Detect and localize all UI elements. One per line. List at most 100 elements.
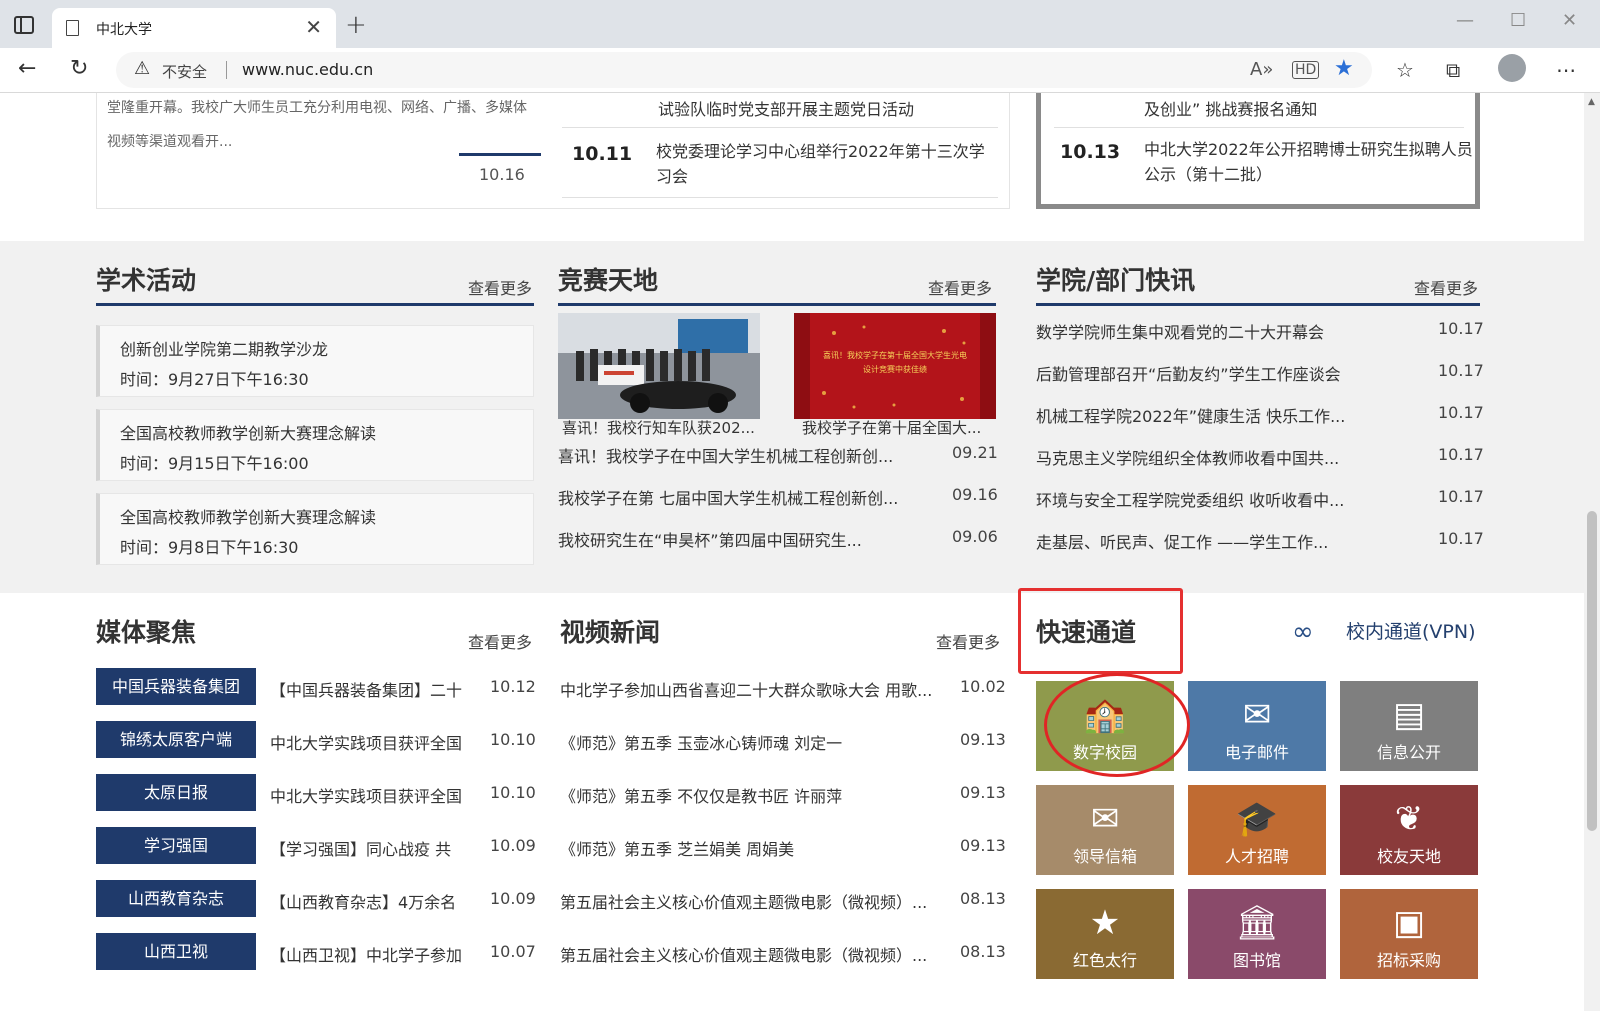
tile-recruitment[interactable]: 🎓 人才招聘 bbox=[1188, 785, 1326, 875]
tile-leader-mailbox[interactable]: ✉ 领导信箱 bbox=[1036, 785, 1174, 875]
grey-section: 学术活动 查看更多 创新创业学院第二期教学沙龙 时间：9月27日下午16:30 … bbox=[0, 241, 1584, 593]
video-item[interactable]: 《师范》第五季 不仅仅是教书匠 许丽萍 bbox=[560, 783, 842, 807]
dept-news-item[interactable]: 环境与安全工程学院党委组织 收听收看中... bbox=[1036, 487, 1344, 511]
academic-more-link[interactable]: 查看更多 bbox=[468, 275, 532, 299]
video-item-date: 09.13 bbox=[960, 783, 1006, 802]
tile-alumni[interactable]: ❦ 校友天地 bbox=[1340, 785, 1478, 875]
tile-procurement[interactable]: ▣ 招标采购 bbox=[1340, 889, 1478, 979]
news-date: 10.11 bbox=[572, 143, 633, 165]
browser-tab[interactable]: 中北大学 ✕ bbox=[52, 8, 336, 48]
bidding-board-icon: ▣ bbox=[1392, 903, 1426, 943]
video-item[interactable]: 中北学子参加山西省喜迎二十大群众歌咏大会 用歌... bbox=[560, 677, 932, 701]
media-item-title[interactable]: 中北大学实践项目获评全国 bbox=[270, 783, 462, 807]
back-icon[interactable]: ← bbox=[18, 56, 36, 81]
video-title: 视频新闻 bbox=[560, 618, 661, 647]
favorites-icon[interactable]: ☆ bbox=[1396, 58, 1414, 82]
competition-item[interactable]: 我校学子在第 七届中国大学生机械工程创新创... bbox=[558, 485, 898, 509]
vpn-link-icon[interactable]: ∞ bbox=[1292, 617, 1314, 647]
headline-intro[interactable]: 堂隆重开幕。我校广大师生员工充分利用电视、网络、广播、多媒体视频等渠道观看开..… bbox=[107, 93, 537, 159]
academic-title: 学术活动 bbox=[96, 266, 197, 295]
digital-campus-highlight-circle bbox=[1044, 673, 1190, 777]
news-title[interactable]: 校党委理论学习中心组举行2022年第十三次学习会 bbox=[656, 139, 996, 189]
row-divider bbox=[562, 127, 998, 128]
media-source-tag[interactable]: 太原日报 bbox=[96, 774, 256, 811]
media-source-tag[interactable]: 中国兵器装备集团 bbox=[96, 668, 256, 705]
academic-item[interactable]: 全国高校教师教学创新大赛理念解读 时间：9月8日下午16:30 bbox=[96, 493, 534, 565]
academic-item-name[interactable]: 创新创业学院第二期教学沙龙 bbox=[120, 336, 328, 360]
maximize-icon[interactable]: ☐ bbox=[1510, 10, 1526, 31]
hd-icon[interactable]: HD bbox=[1292, 61, 1320, 79]
media-item-title[interactable]: 【山西教育杂志】4万余名 bbox=[270, 889, 456, 913]
news-title[interactable]: 试验队临时党支部开展主题党日活动 bbox=[658, 97, 998, 122]
competition-title: 竞赛天地 bbox=[558, 266, 659, 295]
profile-avatar[interactable] bbox=[1498, 54, 1526, 82]
media-item-date: 10.07 bbox=[490, 942, 536, 961]
close-tab-icon[interactable]: ✕ bbox=[305, 15, 322, 39]
photo-caption[interactable]: 我校学子在第十届全国大... bbox=[802, 417, 981, 438]
tile-label: 红色太行 bbox=[1072, 951, 1137, 970]
competition-more-link[interactable]: 查看更多 bbox=[928, 275, 992, 299]
video-item[interactable]: 《师范》第五季 玉壶冰心铸师魂 刘定一 bbox=[560, 730, 842, 754]
notice-title[interactable]: 中北大学2022年公开招聘博士研究生拟聘人员公示（第十二批） bbox=[1144, 137, 1474, 187]
media-source-tag[interactable]: 山西教育杂志 bbox=[96, 880, 256, 917]
media-more-link[interactable]: 查看更多 bbox=[468, 629, 532, 653]
quick-access-title: 快速通道 bbox=[1036, 618, 1137, 647]
video-item[interactable]: 第五届社会主义核心价值观主题微电影（微视频）... bbox=[560, 889, 927, 913]
read-aloud-icon[interactable]: A» bbox=[1250, 59, 1273, 80]
minimize-icon[interactable]: — bbox=[1456, 10, 1474, 31]
video-item[interactable]: 第五届社会主义核心价值观主题微电影（微视频）... bbox=[560, 942, 927, 966]
academic-item-name[interactable]: 全国高校教师教学创新大赛理念解读 bbox=[120, 504, 376, 528]
photo-caption[interactable]: 喜讯！我校行知车队获202... bbox=[562, 417, 755, 438]
dept-news-item[interactable]: 机械工程学院2022年”健康生活 快乐工作... bbox=[1036, 403, 1345, 427]
media-item-title[interactable]: 【学习强国】同心战疫 共 bbox=[270, 836, 451, 860]
row-divider bbox=[1054, 127, 1464, 128]
url-text[interactable]: www.nuc.edu.cn bbox=[242, 60, 373, 79]
media-item-date: 10.10 bbox=[490, 783, 536, 802]
more-menu-icon[interactable]: ⋯ bbox=[1556, 58, 1576, 82]
scroll-up-arrow-icon[interactable]: ▲ bbox=[1588, 97, 1595, 107]
close-window-icon[interactable]: ✕ bbox=[1562, 10, 1577, 31]
new-tab-button[interactable]: + bbox=[345, 10, 367, 40]
tile-info-disclosure[interactable]: ▤ 信息公开 bbox=[1340, 681, 1478, 771]
video-item[interactable]: 《师范》第五季 芝兰娟美 周娟美 bbox=[560, 836, 794, 860]
competition-item[interactable]: 我校研究生在“申昊杯”第四届中国研究生... bbox=[558, 527, 862, 551]
media-item-title[interactable]: 中北大学实践项目获评全国 bbox=[270, 730, 462, 754]
competition-item[interactable]: 喜讯！我校学子在中国大学生机械工程创新创... bbox=[558, 443, 893, 467]
media-source-tag[interactable]: 锦绣太原客户端 bbox=[96, 721, 256, 758]
refresh-icon[interactable]: ↻ bbox=[70, 56, 88, 81]
dept-news-item[interactable]: 走基层、听民声、促工作 ——学生工作... bbox=[1036, 529, 1328, 553]
video-item-date: 09.13 bbox=[960, 836, 1006, 855]
dept-news-more-link[interactable]: 查看更多 bbox=[1414, 275, 1478, 299]
media-title: 媒体聚焦 bbox=[96, 618, 197, 647]
tab-actions-icon[interactable] bbox=[14, 16, 34, 34]
url-input[interactable]: ⚠ 不安全 www.nuc.edu.cn A» HD ★ bbox=[116, 52, 1372, 88]
vpn-link[interactable]: 校内通道(VPN) bbox=[1346, 617, 1476, 644]
star-icon: ★ bbox=[1089, 903, 1121, 943]
tile-library[interactable]: 🏛 图书馆 bbox=[1188, 889, 1326, 979]
tile-email[interactable]: ✉ 电子邮件 bbox=[1188, 681, 1326, 771]
award-banner-image[interactable]: 喜讯！我校学子在第十届全国大学生光电设计竞赛中获佳绩 bbox=[794, 313, 996, 419]
racing-team-photo[interactable] bbox=[558, 313, 760, 419]
insecure-label[interactable]: 不安全 bbox=[162, 61, 207, 82]
favorite-star-icon[interactable]: ★ bbox=[1334, 56, 1354, 81]
vertical-scrollbar[interactable]: ▲ bbox=[1584, 93, 1600, 1011]
video-more-link[interactable]: 查看更多 bbox=[936, 629, 1000, 653]
media-item-title[interactable]: 【山西卫视】中北学子参加 bbox=[270, 942, 462, 966]
media-item-title[interactable]: 【中国兵器装备集团】二十 bbox=[270, 677, 462, 701]
tile-label: 招标采购 bbox=[1376, 951, 1441, 970]
tile-red-taihang[interactable]: ★ 红色太行 bbox=[1036, 889, 1174, 979]
academic-item[interactable]: 全国高校教师教学创新大赛理念解读 时间：9月15日下午16:00 bbox=[96, 409, 534, 481]
dept-news-item[interactable]: 马克思主义学院组织全体教师收看中国共... bbox=[1036, 445, 1339, 469]
media-source-tag[interactable]: 山西卫视 bbox=[96, 933, 256, 970]
collections-icon[interactable]: ⧉ bbox=[1446, 58, 1460, 82]
row-divider bbox=[562, 197, 998, 198]
scrollbar-thumb[interactable] bbox=[1587, 511, 1597, 831]
dept-news-date: 10.17 bbox=[1438, 403, 1484, 422]
dept-news-item[interactable]: 数学学院师生集中观看党的二十大开幕会 bbox=[1036, 319, 1324, 343]
dept-news-item[interactable]: 后勤管理部召开“后勤友约”学生工作座谈会 bbox=[1036, 361, 1341, 385]
notice-title[interactable]: 及创业” 挑战赛报名通知 bbox=[1144, 97, 1474, 122]
academic-item-name[interactable]: 全国高校教师教学创新大赛理念解读 bbox=[120, 420, 376, 444]
media-source-tag[interactable]: 学习强国 bbox=[96, 827, 256, 864]
academic-item-time: 时间：9月8日下午16:30 bbox=[120, 538, 299, 557]
academic-item[interactable]: 创新创业学院第二期教学沙龙 时间：9月27日下午16:30 bbox=[96, 325, 534, 397]
